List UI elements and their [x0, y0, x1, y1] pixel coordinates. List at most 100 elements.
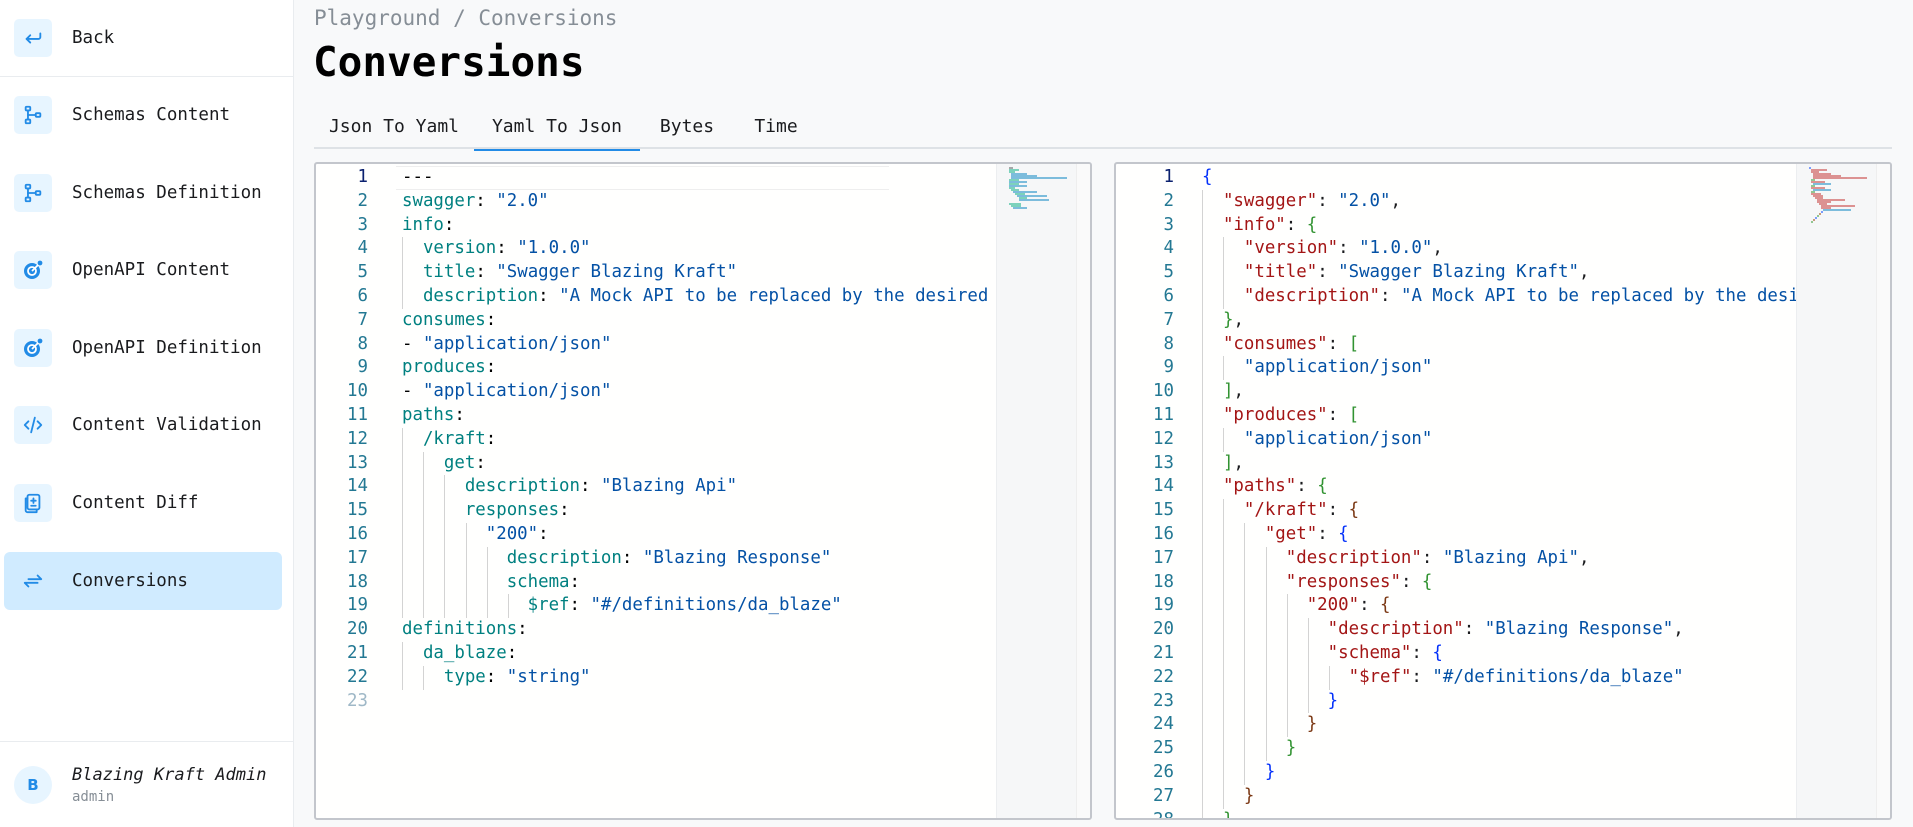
sidebar: Back Schemas Content Schemas Definition … — [0, 0, 294, 827]
line-number: 17 — [1153, 547, 1174, 568]
code-line: { — [1202, 167, 1213, 187]
openapi-icon — [14, 329, 52, 367]
line-number: 21 — [347, 643, 368, 663]
line-number: 8 — [1163, 333, 1174, 354]
code-line: } — [1327, 690, 1339, 711]
code-line: paths: — [402, 405, 465, 425]
line-number: 24 — [1153, 714, 1174, 735]
minimap[interactable] — [996, 164, 1080, 818]
line-number: 16 — [347, 524, 368, 544]
code-line: description: "A Mock API to be replaced … — [422, 286, 989, 306]
code-line: swagger: "2.0" — [402, 190, 549, 211]
line-number: 26 — [1153, 762, 1174, 782]
current-line-highlight — [396, 166, 889, 190]
line-number: 22 — [347, 666, 368, 687]
breadcrumb: Playground / Conversions — [314, 6, 618, 30]
line-number: 10 — [347, 381, 368, 402]
sidebar-item-label: OpenAPI Definition — [72, 338, 262, 358]
line-number: 3 — [357, 214, 368, 235]
code-line: "application/json" — [1243, 357, 1433, 378]
code-line: }, — [1222, 309, 1244, 330]
sidebar-item-label: Content Validation — [72, 415, 262, 435]
tab-yaml-to-json[interactable]: Yaml To Json — [474, 104, 640, 151]
sidebar-item-label: Schemas Content — [72, 105, 231, 125]
vertical-scrollbar[interactable] — [1076, 164, 1090, 818]
user-menu[interactable]: B Blazing Kraft Admin admin — [0, 741, 293, 827]
line-number: 12 — [347, 428, 368, 449]
line-number: 7 — [357, 309, 368, 330]
code-line: consumes: — [402, 309, 497, 330]
vertical-scrollbar[interactable] — [1876, 164, 1890, 818]
code-line: } — [1222, 809, 1234, 820]
line-number: 2 — [1163, 190, 1174, 211]
sidebar-item-label: Schemas Definition — [72, 183, 262, 203]
back-button[interactable]: Back — [0, 0, 293, 77]
line-number: 6 — [357, 286, 368, 306]
sidebar-item-openapi-content[interactable]: OpenAPI Content — [4, 241, 282, 299]
line-number: 2 — [357, 190, 368, 211]
line-number: 28 — [1153, 809, 1174, 820]
code-line: "info": { — [1222, 214, 1318, 235]
tab-time[interactable]: Time — [734, 104, 818, 149]
minimap[interactable] — [1796, 164, 1880, 818]
line-number: 18 — [1153, 571, 1174, 592]
code-line: "description": "Blazing Api", — [1285, 547, 1590, 568]
back-label: Back — [72, 28, 115, 48]
line-number: 22 — [1153, 666, 1174, 687]
code-line: "application/json" — [1243, 428, 1433, 449]
line-number: 1 — [1163, 167, 1174, 187]
line-number: 13 — [1153, 452, 1174, 473]
line-number: 12 — [1153, 428, 1174, 449]
code-line: ], — [1222, 452, 1244, 473]
sidebar-item-label: Conversions — [72, 571, 188, 591]
code-line: } — [1306, 714, 1318, 735]
tab-bytes[interactable]: Bytes — [640, 104, 734, 149]
sidebar-item-conversions[interactable]: Conversions — [4, 552, 282, 610]
line-number: 17 — [347, 547, 368, 568]
tab-json-to-yaml[interactable]: Json To Yaml — [314, 104, 474, 149]
line-number: 6 — [1163, 286, 1174, 306]
sidebar-item-content-diff[interactable]: Content Diff — [4, 474, 282, 532]
yaml-input-editor[interactable]: 1 2 3 4 5 6 7 8 9 10 11 12 13 14 15 16 17 18 19 20 21 22 23 --… — [314, 162, 1092, 820]
line-number: 7 — [1163, 309, 1174, 330]
code-line: "responses": { — [1285, 571, 1433, 592]
sidebar-item-schemas-content[interactable]: Schemas Content — [4, 86, 282, 144]
code-line: "description": "A Mock API to be replace… — [1243, 286, 1799, 306]
line-number: 14 — [347, 476, 368, 497]
schema-icon — [14, 96, 52, 134]
line-number: 13 — [347, 452, 368, 473]
line-number: 11 — [347, 405, 368, 425]
line-number: 11 — [1153, 405, 1174, 425]
code-line: "version": "1.0.0", — [1243, 238, 1443, 259]
line-number: 4 — [1163, 238, 1174, 259]
line-number: 21 — [1153, 643, 1174, 663]
arrows-exchange-icon — [14, 562, 52, 600]
line-number: 14 — [1153, 476, 1174, 497]
line-number: 15 — [347, 500, 368, 521]
code-line: version: "1.0.0" — [422, 238, 591, 259]
code-line: "produces": [ — [1222, 405, 1360, 425]
line-number: 9 — [1163, 357, 1174, 378]
openapi-icon — [14, 251, 52, 289]
code-line: "consumes": [ — [1222, 333, 1360, 354]
line-number: 25 — [1153, 738, 1174, 759]
user-role: admin — [72, 788, 115, 805]
code-line: get: — [443, 452, 486, 473]
json-output-editor[interactable]: 1 2 3 4 5 6 7 8 9 10 11 12 13 14 15 16 17 18 19 20 21 22 23 24 2… — [1114, 162, 1892, 820]
code-line: "200": — [485, 524, 549, 544]
code-line: "200": { — [1306, 595, 1391, 616]
schema-icon — [14, 174, 52, 212]
line-number: 23 — [347, 690, 368, 711]
line-number: 3 — [1163, 214, 1174, 235]
sidebar-item-label: Content Diff — [72, 493, 199, 513]
line-number: 4 — [357, 238, 368, 259]
line-number: 27 — [1153, 785, 1174, 806]
line-number: 5 — [1163, 262, 1174, 283]
code-line: "/kraft": { — [1243, 500, 1360, 521]
code-line: "$ref": "#/definitions/da_blaze" — [1348, 666, 1684, 687]
sidebar-item-content-validation[interactable]: Content Validation — [4, 396, 282, 454]
sidebar-item-openapi-definition[interactable]: OpenAPI Definition — [4, 319, 282, 377]
sidebar-item-schemas-definition[interactable]: Schemas Definition — [4, 164, 282, 222]
code-line: "description": "Blazing Response", — [1327, 619, 1684, 640]
code-line: } — [1285, 738, 1297, 759]
